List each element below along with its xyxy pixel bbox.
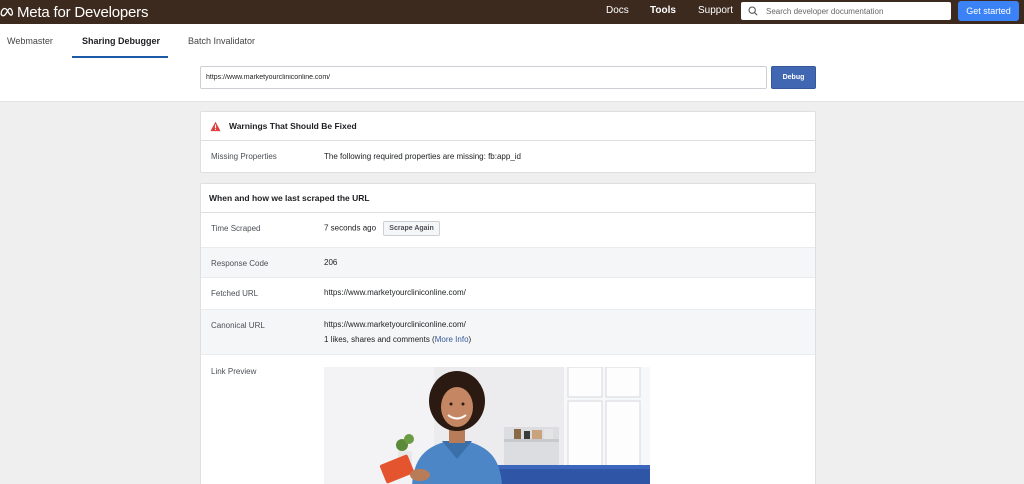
warnings-title: Warnings That Should Be Fixed — [229, 121, 357, 131]
fetched-url-label: Fetched URL — [211, 289, 259, 298]
missing-properties-row: Missing Properties The following require… — [201, 141, 815, 172]
nav-tools-link[interactable]: Tools — [650, 5, 676, 16]
tab-bar: Webmaster Sharing Debugger Batch Invalid… — [0, 24, 1024, 102]
more-info-link[interactable]: More Info — [435, 335, 469, 344]
canonical-url-row: Canonical URL https://www.marketyourclin… — [201, 310, 815, 355]
engagement-suffix: ) — [468, 335, 472, 344]
scrape-again-button[interactable]: Scrape Again — [383, 221, 440, 236]
fetched-url-link[interactable]: https://www.marketyourcliniconline.com/ — [324, 288, 466, 297]
time-scraped-label: Time Scraped — [211, 224, 261, 233]
engagement-text: 1 likes, shares and comments (More Info) — [324, 335, 471, 344]
url-input[interactable] — [200, 66, 767, 89]
top-nav: Meta for Developers Docs Tools Support G… — [0, 0, 1024, 24]
link-preview-row: Link Preview — [201, 355, 815, 484]
get-started-button[interactable]: Get started — [958, 1, 1019, 21]
scrape-panel: When and how we last scraped the URL Tim… — [200, 183, 816, 484]
link-preview-label: Link Preview — [211, 367, 257, 376]
active-tab-indicator — [72, 56, 168, 58]
tab-sharing-debugger[interactable]: Sharing Debugger — [82, 36, 160, 46]
preview-photo — [324, 367, 650, 484]
missing-properties-text: The following required properties are mi… — [324, 152, 521, 161]
warnings-panel: Warnings That Should Be Fixed Missing Pr… — [200, 111, 816, 173]
time-scraped-value: 7 seconds ago — [324, 223, 377, 233]
warning-icon — [210, 121, 221, 131]
time-scraped-row: Time Scraped 7 seconds ago Scrape Again — [201, 213, 815, 248]
warnings-header: Warnings That Should Be Fixed — [201, 112, 815, 141]
canonical-url-link[interactable]: https://www.marketyourcliniconline.com/ — [324, 320, 466, 329]
scrape-header: When and how we last scraped the URL — [201, 184, 815, 213]
response-code-row: Response Code 206 — [201, 248, 815, 278]
tab-webmaster[interactable]: Webmaster — [7, 36, 53, 46]
meta-logo[interactable]: Meta for Developers — [0, 1, 148, 23]
nav-support-link[interactable]: Support — [698, 5, 733, 16]
response-code-label: Response Code — [211, 259, 269, 268]
missing-properties-label: Missing Properties — [211, 152, 277, 161]
engagement-prefix: 1 likes, shares and comments ( — [324, 335, 435, 344]
meta-infinity-icon — [0, 7, 14, 17]
canonical-url-label: Canonical URL — [211, 321, 265, 330]
time-scraped-value-wrap: 7 seconds ago Scrape Again — [324, 221, 440, 236]
brand-name: Meta for Developers — [17, 3, 149, 21]
tab-batch-invalidator[interactable]: Batch Invalidator — [188, 36, 255, 46]
nav-docs-link[interactable]: Docs — [606, 5, 629, 16]
scrape-title: When and how we last scraped the URL — [209, 193, 370, 203]
debug-button[interactable]: Debug — [771, 66, 816, 89]
search-input[interactable] — [766, 6, 936, 16]
response-code-value: 206 — [324, 258, 338, 267]
link-preview-image[interactable] — [324, 367, 650, 484]
search-box[interactable] — [741, 2, 951, 20]
search-icon — [748, 6, 758, 16]
fetched-url-row: Fetched URL https://www.marketyourclinic… — [201, 278, 815, 310]
